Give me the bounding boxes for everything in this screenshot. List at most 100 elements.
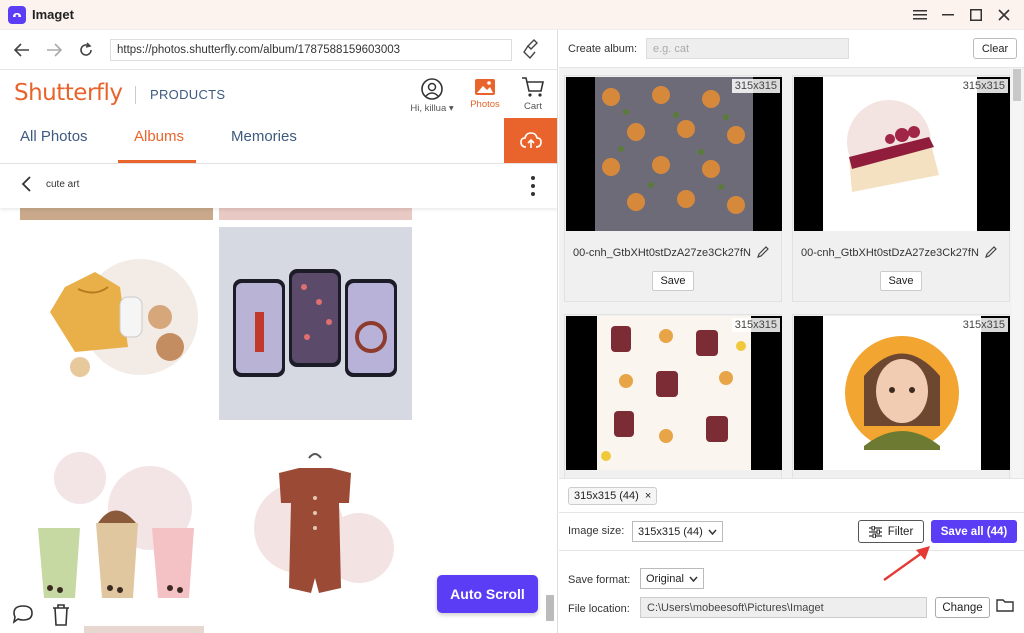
image-size-badge: 315x315 <box>959 318 1008 332</box>
imaget-panel: Create album: e.g. cat Clear 315x315 00-… <box>559 30 1024 633</box>
app-title: Imaget <box>32 7 74 22</box>
photo-romper <box>254 453 394 593</box>
chevron-down-icon <box>689 576 698 582</box>
image-size-badge: 315x315 <box>959 79 1008 93</box>
size-filter-tag[interactable]: 315x315 (44) × <box>568 487 658 505</box>
image-size-badge: 315x315 <box>731 318 780 332</box>
comment-icon[interactable] <box>12 604 34 631</box>
cloud-upload-icon <box>520 131 542 148</box>
image-card[interactable]: 315x315 00-cnh_GtbXHt0stDzA27ze3Ck27fN S… <box>792 75 1010 302</box>
auto-scroll-button[interactable]: Auto Scroll <box>437 575 538 613</box>
size-filter-tag-label: 315x315 (44) <box>574 490 639 502</box>
image-size-value: 315x315 (44) <box>638 525 703 538</box>
image-thumbnail[interactable]: 315x315 <box>794 316 1010 470</box>
image-size-badge: 315x315 <box>731 79 780 93</box>
image-size-select[interactable]: 315x315 (44) <box>632 521 723 542</box>
tag-close-icon[interactable]: × <box>645 490 651 502</box>
save-image-button[interactable]: Save <box>652 271 694 291</box>
tab-albums[interactable]: Albums <box>134 128 184 145</box>
image-grid-scrollbar[interactable] <box>1012 68 1022 500</box>
cart-icon <box>522 77 544 97</box>
photo-bubble-tea <box>38 452 194 598</box>
image-filename: 00-cnh_GtbXHt0stDzA27ze3Ck27fN <box>801 247 979 259</box>
imaget-app: Imaget https://photos.shutterfly.com/alb… <box>0 0 1024 633</box>
save-image-button[interactable]: Save <box>880 271 922 291</box>
broom-icon[interactable] <box>522 38 542 65</box>
account-menu[interactable]: Hi, killua ▾ <box>404 78 460 114</box>
file-location-label: File location: <box>568 603 630 615</box>
create-album-input[interactable]: e.g. cat <box>646 38 849 59</box>
image-thumbnail[interactable]: 315x315 <box>794 77 1010 231</box>
folder-icon[interactable] <box>996 597 1014 618</box>
photos-link[interactable]: Photos <box>465 78 505 110</box>
photo-tile[interactable] <box>219 208 412 220</box>
image-size-row: Image size: 315x315 (44) Filter Save all… <box>559 512 1024 550</box>
image-thumbnail[interactable]: 315x315 <box>566 77 782 231</box>
album-back-icon[interactable] <box>20 176 32 197</box>
photo-tile[interactable] <box>219 428 412 621</box>
trash-icon[interactable] <box>52 604 70 631</box>
forward-icon[interactable] <box>38 34 70 66</box>
image-filename: 00-cnh_GtbXHt0stDzA27ze3Ck27fN <box>573 247 751 259</box>
bottom-toolbar <box>12 604 70 631</box>
photo-tile[interactable] <box>20 208 213 220</box>
save-format-select[interactable]: Original <box>640 568 704 589</box>
edit-pencil-icon[interactable] <box>757 244 769 263</box>
image-card[interactable]: 315x315 00-cnh_GtbXHt0stDzA27ze3Ck27fN S… <box>564 75 782 302</box>
image-card[interactable]: 315x315 <box>564 314 782 500</box>
close-icon[interactable] <box>990 0 1018 30</box>
save-all-button[interactable]: Save all (44) <box>931 520 1017 543</box>
cart-label: Cart <box>524 101 542 112</box>
photo-tile[interactable] <box>84 626 204 633</box>
photo-baby-clothes <box>50 259 198 377</box>
album-name: cute art <box>46 179 80 190</box>
tab-all-photos[interactable]: All Photos <box>20 128 88 145</box>
album-bar: cute art <box>0 164 557 208</box>
photos-icon <box>475 79 495 95</box>
title-bar: Imaget <box>0 0 1024 30</box>
image-thumbnail[interactable]: 315x315 <box>566 316 782 470</box>
image-grid: 315x315 00-cnh_GtbXHt0stDzA27ze3Ck27fN S… <box>559 68 1024 500</box>
upload-button[interactable] <box>504 118 557 163</box>
cart-link[interactable]: Cart <box>516 76 550 112</box>
shutterfly-tabs: All Photos Albums Memories <box>0 118 557 164</box>
minimize-icon[interactable] <box>934 0 962 30</box>
chevron-down-icon <box>708 529 717 535</box>
file-location-input[interactable]: C:\Users\mobeesoft\Pictures\Imaget <box>640 597 927 618</box>
account-label: Hi, killua ▾ <box>410 103 454 114</box>
photo-tile[interactable] <box>20 227 213 420</box>
url-input[interactable]: https://photos.shutterfly.com/album/1787… <box>110 39 512 61</box>
sliders-icon <box>868 525 882 538</box>
image-size-label: Image size: <box>568 525 625 537</box>
back-icon[interactable] <box>6 34 38 66</box>
clear-button[interactable]: Clear <box>973 38 1017 59</box>
image-card[interactable]: 315x315 <box>792 314 1010 500</box>
shutterfly-header: Shutterfly PRODUCTS Hi, killua ▾ Photos … <box>0 70 557 118</box>
scrollbar-thumb[interactable] <box>1013 69 1021 101</box>
page-scrollbar[interactable] <box>546 595 554 621</box>
filter-tags-row: 315x315 (44) × <box>559 478 1024 512</box>
annotation-arrow-icon <box>883 546 930 581</box>
menu-icon[interactable] <box>906 0 934 30</box>
window-controls <box>906 0 1018 30</box>
more-options-icon[interactable] <box>530 174 536 203</box>
tab-memories[interactable]: Memories <box>231 128 297 145</box>
products-link[interactable]: PRODUCTS <box>150 87 225 102</box>
shutterfly-logo[interactable]: Shutterfly <box>14 80 123 106</box>
change-location-button[interactable]: Change <box>935 597 990 618</box>
photos-label: Photos <box>470 99 500 110</box>
save-format-label: Save format: <box>568 574 631 586</box>
user-icon <box>421 78 443 100</box>
photo-tile[interactable] <box>219 227 412 420</box>
browser-navbar: https://photos.shutterfly.com/album/1787… <box>0 30 557 70</box>
refresh-icon[interactable] <box>70 34 102 66</box>
edit-pencil-icon[interactable] <box>985 244 997 263</box>
maximize-icon[interactable] <box>962 0 990 30</box>
browser-pane: https://photos.shutterfly.com/album/1787… <box>0 30 558 633</box>
active-tab-indicator <box>118 160 196 163</box>
save-format-value: Original <box>646 572 684 585</box>
header-divider <box>135 86 136 104</box>
create-album-label: Create album: <box>568 43 638 55</box>
filter-label: Filter <box>887 525 914 538</box>
photo-tile[interactable] <box>20 428 213 621</box>
